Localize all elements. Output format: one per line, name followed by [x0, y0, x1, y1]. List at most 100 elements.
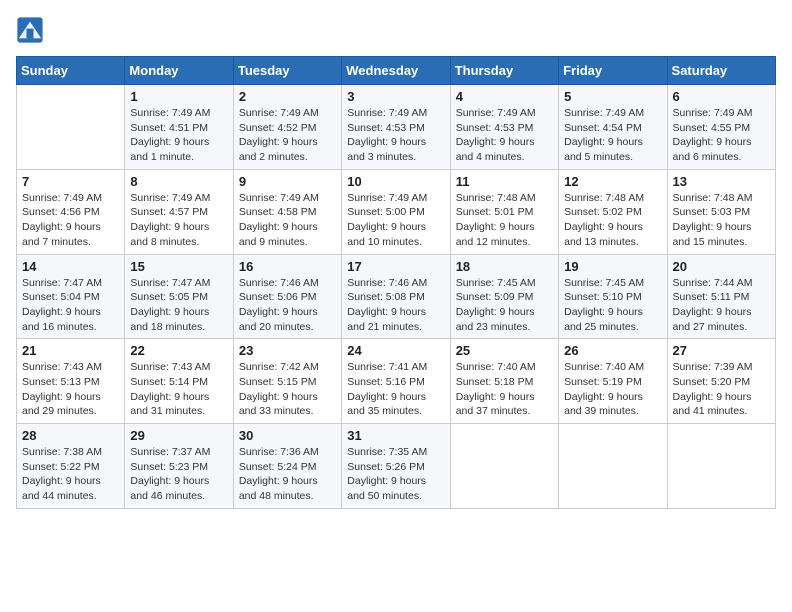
day-detail: Sunrise: 7:49 AM Sunset: 5:00 PM Dayligh…: [347, 191, 444, 250]
day-detail: Sunrise: 7:46 AM Sunset: 5:08 PM Dayligh…: [347, 276, 444, 335]
day-detail: Sunrise: 7:47 AM Sunset: 5:05 PM Dayligh…: [130, 276, 227, 335]
calendar-cell: 18Sunrise: 7:45 AM Sunset: 5:09 PM Dayli…: [450, 254, 558, 339]
day-number: 14: [22, 259, 119, 274]
calendar-cell: 31Sunrise: 7:35 AM Sunset: 5:26 PM Dayli…: [342, 424, 450, 509]
calendar-cell: [667, 424, 775, 509]
day-detail: Sunrise: 7:49 AM Sunset: 4:52 PM Dayligh…: [239, 106, 336, 165]
calendar-cell: 10 Sunrise: 7:49 AM Sunset: 5:00 PM Dayli…: [342, 169, 450, 254]
calendar-cell: 9 Sunrise: 7:49 AM Sunset: 4:58 PM Daylig…: [233, 169, 341, 254]
calendar-week-3: 14 Sunrise: 7:47 AM Sunset: 5:04 PM Dayli…: [17, 254, 776, 339]
day-number: 4: [456, 89, 553, 104]
day-number: 28: [22, 428, 119, 443]
day-detail: Sunrise: 7:45 AM Sunset: 5:10 PM Dayligh…: [564, 276, 661, 335]
calendar-cell: 12 Sunrise: 7:48 AM Sunset: 5:02 PM Dayli…: [559, 169, 667, 254]
day-number: 5: [564, 89, 661, 104]
day-detail: Sunrise: 7:48 AM Sunset: 5:03 PM Dayligh…: [673, 191, 770, 250]
day-detail: Sunrise: 7:48 AM Sunset: 5:01 PM Dayligh…: [456, 191, 553, 250]
day-number: 29: [130, 428, 227, 443]
calendar-week-1: 1Sunrise: 7:49 AM Sunset: 4:51 PM Daylig…: [17, 85, 776, 170]
day-header-friday: Friday: [559, 57, 667, 85]
day-detail: Sunrise: 7:47 AM Sunset: 5:04 PM Dayligh…: [22, 276, 119, 335]
day-header-wednesday: Wednesday: [342, 57, 450, 85]
calendar-cell: 24 Sunrise: 7:41 AM Sunset: 5:16 PM Dayli…: [342, 339, 450, 424]
day-number: 24: [347, 343, 444, 358]
day-detail: Sunrise: 7:42 AM Sunset: 5:15 PM Dayligh…: [239, 360, 336, 419]
day-header-tuesday: Tuesday: [233, 57, 341, 85]
day-number: 23: [239, 343, 336, 358]
day-number: 3: [347, 89, 444, 104]
calendar-cell: 13 Sunrise: 7:48 AM Sunset: 5:03 PM Dayli…: [667, 169, 775, 254]
day-number: 19: [564, 259, 661, 274]
logo-icon: [16, 16, 44, 44]
day-number: 17: [347, 259, 444, 274]
day-detail: Sunrise: 7:36 AM Sunset: 5:24 PM Dayligh…: [239, 445, 336, 504]
day-number: 22: [130, 343, 227, 358]
day-detail: Sunrise: 7:49 AM Sunset: 4:58 PM Dayligh…: [239, 191, 336, 250]
calendar-cell: 25Sunrise: 7:40 AM Sunset: 5:18 PM Dayli…: [450, 339, 558, 424]
calendar-cell: 3Sunrise: 7:49 AM Sunset: 4:53 PM Daylig…: [342, 85, 450, 170]
day-number: 6: [673, 89, 770, 104]
day-detail: Sunrise: 7:40 AM Sunset: 5:18 PM Dayligh…: [456, 360, 553, 419]
day-header-thursday: Thursday: [450, 57, 558, 85]
day-detail: Sunrise: 7:49 AM Sunset: 4:57 PM Dayligh…: [130, 191, 227, 250]
day-number: 10: [347, 174, 444, 189]
calendar-cell: 21 Sunrise: 7:43 AM Sunset: 5:13 PM Dayli…: [17, 339, 125, 424]
day-detail: Sunrise: 7:49 AM Sunset: 4:55 PM Dayligh…: [673, 106, 770, 165]
day-header-monday: Monday: [125, 57, 233, 85]
calendar-cell: 29 Sunrise: 7:37 AM Sunset: 5:23 PM Dayli…: [125, 424, 233, 509]
day-header-sunday: Sunday: [17, 57, 125, 85]
calendar-week-2: 7 Sunrise: 7:49 AM Sunset: 4:56 PM Daylig…: [17, 169, 776, 254]
day-detail: Sunrise: 7:48 AM Sunset: 5:02 PM Dayligh…: [564, 191, 661, 250]
calendar-header-row: SundayMondayTuesdayWednesdayThursdayFrid…: [17, 57, 776, 85]
calendar-cell: 7 Sunrise: 7:49 AM Sunset: 4:56 PM Daylig…: [17, 169, 125, 254]
day-header-saturday: Saturday: [667, 57, 775, 85]
day-number: 21: [22, 343, 119, 358]
day-detail: Sunrise: 7:49 AM Sunset: 4:53 PM Dayligh…: [456, 106, 553, 165]
calendar-cell: 30 Sunrise: 7:36 AM Sunset: 5:24 PM Dayli…: [233, 424, 341, 509]
calendar-cell: 26 Sunrise: 7:40 AM Sunset: 5:19 PM Dayli…: [559, 339, 667, 424]
logo: [16, 16, 48, 44]
day-number: 15: [130, 259, 227, 274]
calendar-cell: 4 Sunrise: 7:49 AM Sunset: 4:53 PM Daylig…: [450, 85, 558, 170]
calendar-cell: 28 Sunrise: 7:38 AM Sunset: 5:22 PM Dayli…: [17, 424, 125, 509]
day-detail: Sunrise: 7:43 AM Sunset: 5:13 PM Dayligh…: [22, 360, 119, 419]
day-detail: Sunrise: 7:46 AM Sunset: 5:06 PM Dayligh…: [239, 276, 336, 335]
day-detail: Sunrise: 7:45 AM Sunset: 5:09 PM Dayligh…: [456, 276, 553, 335]
day-detail: Sunrise: 7:49 AM Sunset: 4:54 PM Dayligh…: [564, 106, 661, 165]
day-detail: Sunrise: 7:38 AM Sunset: 5:22 PM Dayligh…: [22, 445, 119, 504]
day-number: 1: [130, 89, 227, 104]
calendar-cell: 17 Sunrise: 7:46 AM Sunset: 5:08 PM Dayli…: [342, 254, 450, 339]
calendar-cell: 8 Sunrise: 7:49 AM Sunset: 4:57 PM Daylig…: [125, 169, 233, 254]
day-number: 7: [22, 174, 119, 189]
day-number: 9: [239, 174, 336, 189]
day-number: 26: [564, 343, 661, 358]
day-detail: Sunrise: 7:40 AM Sunset: 5:19 PM Dayligh…: [564, 360, 661, 419]
calendar-cell: 5 Sunrise: 7:49 AM Sunset: 4:54 PM Daylig…: [559, 85, 667, 170]
day-number: 8: [130, 174, 227, 189]
calendar-cell: 1Sunrise: 7:49 AM Sunset: 4:51 PM Daylig…: [125, 85, 233, 170]
day-detail: Sunrise: 7:41 AM Sunset: 5:16 PM Dayligh…: [347, 360, 444, 419]
day-number: 2: [239, 89, 336, 104]
calendar-table: SundayMondayTuesdayWednesdayThursdayFrid…: [16, 56, 776, 509]
day-number: 11: [456, 174, 553, 189]
calendar-cell: 2 Sunrise: 7:49 AM Sunset: 4:52 PM Daylig…: [233, 85, 341, 170]
day-number: 20: [673, 259, 770, 274]
calendar-cell: 23 Sunrise: 7:42 AM Sunset: 5:15 PM Dayli…: [233, 339, 341, 424]
day-number: 27: [673, 343, 770, 358]
calendar-cell: 16Sunrise: 7:46 AM Sunset: 5:06 PM Dayli…: [233, 254, 341, 339]
calendar-week-4: 21 Sunrise: 7:43 AM Sunset: 5:13 PM Dayli…: [17, 339, 776, 424]
day-detail: Sunrise: 7:35 AM Sunset: 5:26 PM Dayligh…: [347, 445, 444, 504]
day-number: 30: [239, 428, 336, 443]
day-number: 12: [564, 174, 661, 189]
day-detail: Sunrise: 7:43 AM Sunset: 5:14 PM Dayligh…: [130, 360, 227, 419]
calendar-cell: 20Sunrise: 7:44 AM Sunset: 5:11 PM Dayli…: [667, 254, 775, 339]
calendar-week-5: 28 Sunrise: 7:38 AM Sunset: 5:22 PM Dayli…: [17, 424, 776, 509]
calendar-cell: 27 Sunrise: 7:39 AM Sunset: 5:20 PM Dayli…: [667, 339, 775, 424]
calendar-cell: 22 Sunrise: 7:43 AM Sunset: 5:14 PM Dayli…: [125, 339, 233, 424]
day-detail: Sunrise: 7:39 AM Sunset: 5:20 PM Dayligh…: [673, 360, 770, 419]
day-number: 13: [673, 174, 770, 189]
day-detail: Sunrise: 7:49 AM Sunset: 4:56 PM Dayligh…: [22, 191, 119, 250]
calendar-cell: 19 Sunrise: 7:45 AM Sunset: 5:10 PM Dayli…: [559, 254, 667, 339]
day-detail: Sunrise: 7:37 AM Sunset: 5:23 PM Dayligh…: [130, 445, 227, 504]
calendar-cell: 6 Sunrise: 7:49 AM Sunset: 4:55 PM Daylig…: [667, 85, 775, 170]
